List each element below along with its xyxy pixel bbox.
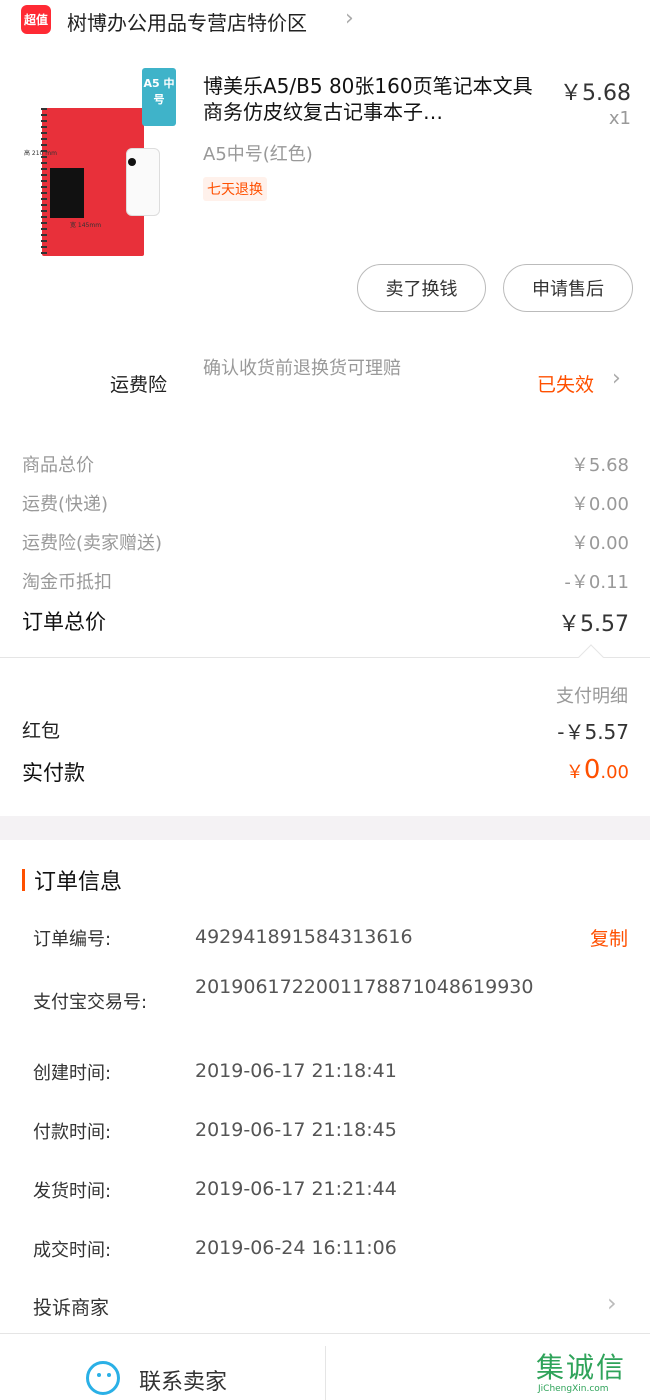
shipped-time-value: 2019-06-17 21:21:44 — [195, 1178, 397, 1200]
shipped-time-label: 发货时间: — [33, 1181, 112, 1202]
paid-decimal: .00 — [600, 762, 629, 783]
product-quantity: x1 — [608, 108, 631, 129]
section-gap — [0, 816, 650, 840]
size-tag: A5 中号 — [142, 68, 176, 126]
actual-paid-label: 实付款 — [22, 761, 85, 785]
paid-time-value: 2019-06-17 21:18:45 — [195, 1119, 397, 1141]
payment-detail-link[interactable]: 支付明细 — [556, 682, 628, 708]
fee-row: 商品总价 ￥5.68 — [22, 451, 629, 477]
hongbao-label: 红包 — [22, 720, 61, 742]
paid-integer: 0 — [583, 755, 601, 785]
fee-label: 商品总价 — [22, 455, 94, 476]
product-spec: A5中号(红色) — [203, 144, 313, 165]
paid-time-label: 付款时间: — [33, 1122, 112, 1143]
notebook-spiral — [41, 108, 47, 256]
order-number-value: 492941891584313616 — [195, 926, 413, 948]
chat-smiley-icon[interactable] — [86, 1361, 120, 1395]
accent-bar — [22, 869, 25, 891]
return-policy-tag: 七天退换 — [203, 177, 267, 201]
actual-paid-value: ￥0.00 — [566, 755, 629, 785]
fee-value: ￥5.68 — [570, 455, 629, 476]
after-sale-button[interactable]: 申请售后 — [503, 264, 633, 312]
caret-up-icon — [578, 644, 604, 670]
insurance-label: 运费险 — [110, 374, 168, 396]
watermark-text: 集诚信 — [536, 1351, 627, 1384]
fee-label: 运费险(卖家赠送) — [22, 533, 163, 554]
hongbao-value: -￥5.57 — [557, 720, 629, 744]
watermark: 集诚信 JiChengXin.com — [536, 1346, 648, 1400]
fee-label: 淘金币抵扣 — [22, 572, 112, 593]
shop-badge: 超值 — [21, 5, 51, 34]
order-info-heading: 订单信息 — [34, 870, 123, 895]
fee-row: 淘金币抵扣 -￥0.11 — [22, 568, 629, 594]
fee-row: 运费(快递) ￥0.00 — [22, 490, 629, 516]
actual-paid-row: 实付款 ￥0.00 — [22, 755, 629, 787]
order-total-label: 订单总价 — [22, 610, 106, 634]
sell-for-cash-button[interactable]: 卖了换钱 — [357, 264, 486, 312]
fee-value: -￥0.11 — [564, 572, 629, 593]
fee-value: ￥0.00 — [570, 533, 629, 554]
product-image[interactable]: A5 中号 高 210 mm 宽 145mm — [20, 68, 180, 256]
order-total-row: 订单总价 ￥5.57 — [22, 606, 629, 637]
order-info-title: 订单信息 — [22, 866, 123, 895]
chevron-right-icon: › — [345, 6, 354, 31]
dimension-height: 高 210 mm — [24, 150, 57, 157]
fee-label: 运费(快递) — [22, 494, 109, 515]
shop-header[interactable]: 超值 树博办公用品专营店特价区 › — [0, 0, 650, 42]
hongbao-row: 红包 -￥5.57 — [22, 716, 629, 744]
insurance-desc: 确认收货前退换货可理赔 — [203, 358, 401, 379]
created-time-label: 创建时间: — [33, 1063, 112, 1084]
divider — [0, 657, 650, 658]
notebook-clasp — [128, 158, 136, 166]
dimension-width: 宽 145mm — [70, 222, 102, 229]
deal-time-label: 成交时间: — [33, 1240, 112, 1261]
chevron-right-icon[interactable]: › — [607, 1289, 617, 1317]
order-total-value: ￥5.57 — [558, 612, 629, 637]
order-number-label: 订单编号: — [33, 929, 112, 950]
alipay-trade-label: 支付宝交易号: — [33, 992, 148, 1013]
shop-name[interactable]: 树博办公用品专营店特价区 — [67, 7, 307, 36]
bottom-bar: 联系卖家 集诚信 JiChengXin.com — [0, 1333, 650, 1400]
paid-currency: ￥ — [565, 762, 584, 783]
divider — [325, 1346, 326, 1400]
copy-button[interactable]: 复制 — [590, 924, 628, 951]
fee-row: 运费险(卖家赠送) ￥0.00 — [22, 529, 629, 555]
notebook-label — [50, 168, 84, 218]
fee-value: ￥0.00 — [570, 494, 629, 515]
alipay-trade-value: 2019061722001178871048619930 — [195, 976, 534, 998]
deal-time-value: 2019-06-24 16:11:06 — [195, 1237, 397, 1259]
watermark-subtext: JiChengXin.com — [538, 1384, 609, 1394]
product-price: ￥5.68 — [560, 81, 631, 106]
product-title[interactable]: 博美乐A5/B5 80张160页笔记本文具商务仿皮纹复古记事本子… — [203, 73, 543, 125]
complain-seller-link[interactable]: 投诉商家 — [33, 1293, 109, 1320]
contact-seller-button[interactable]: 联系卖家 — [139, 1364, 227, 1396]
chevron-right-icon[interactable]: › — [612, 366, 621, 391]
insurance-status[interactable]: 已失效 — [537, 370, 594, 397]
created-time-value: 2019-06-17 21:18:41 — [195, 1060, 397, 1082]
